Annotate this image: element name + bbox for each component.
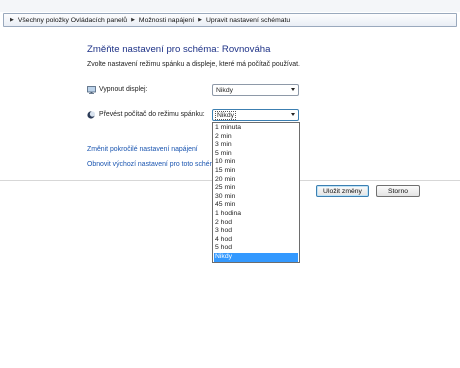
dropdown-option[interactable]: 25 min <box>214 184 298 193</box>
moon-icon <box>87 111 95 119</box>
breadcrumb-label[interactable]: Upravit nastavení schématu <box>206 17 292 24</box>
breadcrumb-label[interactable]: Všechny položky Ovládacích panelů <box>18 17 129 24</box>
monitor-icon <box>87 86 96 94</box>
cancel-button[interactable]: Storno <box>376 185 420 197</box>
chevron-down-icon <box>291 88 295 91</box>
chevron-right-icon: ▶ <box>198 17 202 23</box>
chevron-down-icon <box>291 113 295 116</box>
dropdown-option[interactable]: 15 min <box>214 167 298 176</box>
breadcrumb-item[interactable]: ▶ Upravit nastavení schématu <box>196 17 292 24</box>
title-bar <box>0 0 460 12</box>
dropdown-option[interactable]: 2 min <box>214 133 298 142</box>
sleep-dropdown-list[interactable]: 1 minuta 2 min 3 min 5 min 10 min 15 min… <box>212 122 300 263</box>
breadcrumb-label[interactable]: Možnosti napájení <box>139 17 196 24</box>
restore-defaults-link[interactable]: Obnovit výchozí nastavení pro toto schém <box>87 161 215 168</box>
page-title: Změňte nastavení pro schéma: Rovnováha <box>87 44 271 55</box>
advanced-settings-link[interactable]: Změnit pokročilé nastavení napájení <box>87 146 198 153</box>
chevron-right-icon: ▶ <box>131 17 135 23</box>
dropdown-option[interactable]: 20 min <box>214 176 298 185</box>
breadcrumb[interactable]: ▶ Všechny položky Ovládacích panelů ▶ Mo… <box>3 13 457 27</box>
dropdown-option[interactable]: 5 hod <box>214 244 298 253</box>
dropdown-option[interactable]: 10 min <box>214 158 298 167</box>
dropdown-option[interactable]: 2 hod <box>214 219 298 228</box>
dropdown-option[interactable]: 30 min <box>214 193 298 202</box>
display-off-label: Vypnout displej: <box>99 86 148 93</box>
display-off-value: Nikdy <box>216 86 233 94</box>
dropdown-option[interactable]: 45 min <box>214 201 298 210</box>
chevron-right-icon: ▶ <box>10 17 14 23</box>
sleep-select[interactable]: Nikdy <box>212 109 299 121</box>
dropdown-option[interactable]: 3 min <box>214 141 298 150</box>
dropdown-option[interactable]: 1 hodina <box>214 210 298 219</box>
breadcrumb-item[interactable]: ▶ Všechny položky Ovládacích panelů <box>8 17 129 24</box>
sleep-label: Převést počítač do režimu spánku: <box>99 111 205 118</box>
dropdown-option[interactable]: 1 minuta <box>214 124 298 133</box>
dropdown-option[interactable]: 5 min <box>214 150 298 159</box>
sleep-value: Nikdy <box>215 110 236 120</box>
dropdown-option-selected[interactable]: Nikdy <box>214 253 298 262</box>
page-subtitle: Zvolte nastavení režimu spánku a displej… <box>87 61 300 68</box>
dropdown-option[interactable]: 3 hod <box>214 227 298 236</box>
display-off-select[interactable]: Nikdy <box>212 84 299 96</box>
breadcrumb-item[interactable]: ▶ Možnosti napájení <box>129 17 196 24</box>
dropdown-option[interactable]: 4 hod <box>214 236 298 245</box>
save-button[interactable]: Uložit změny <box>316 185 369 197</box>
